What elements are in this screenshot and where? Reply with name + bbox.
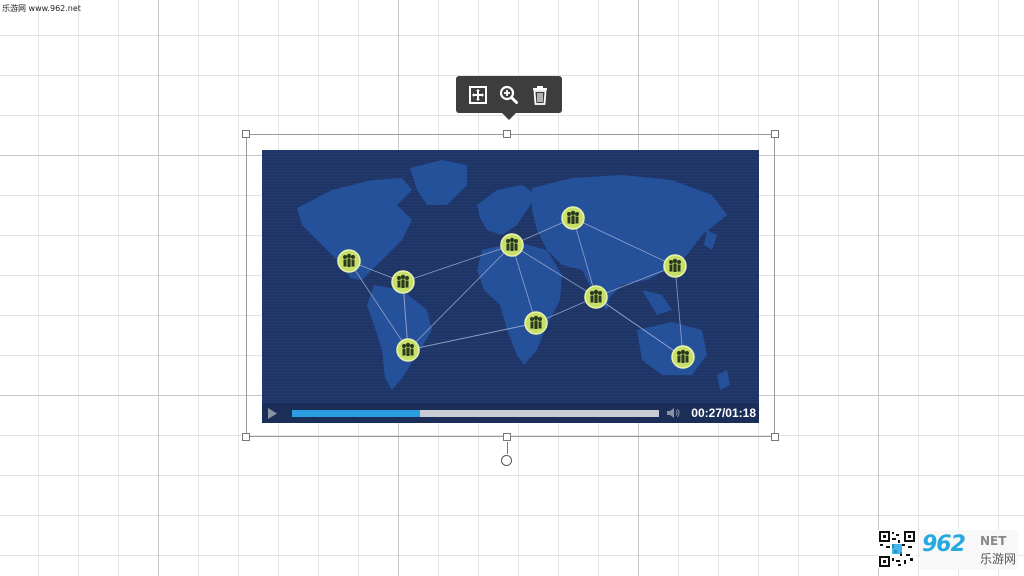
resize-handle-top-right[interactable] [771,130,779,138]
rotate-handle[interactable] [501,455,512,466]
time-display: 00:27/01:18 [691,406,756,420]
people-node-icon [663,254,687,278]
brand-logo-number: 962 [922,532,966,557]
brand-logo-net: NET [980,534,1007,548]
qr-code-image [878,530,916,568]
progress-fill [292,410,421,417]
zoom-in-icon [499,85,518,104]
grid-line [878,0,879,576]
play-icon [268,407,277,419]
object-toolbar [456,76,562,120]
resize-handle-top[interactable] [503,130,511,138]
video-controls: 00:27/01:18 [262,403,759,423]
resize-handle-bottom-right[interactable] [771,433,779,441]
fit-to-frame-button[interactable] [465,82,491,108]
watermark-text: 乐游网 www.962.net [2,4,81,13]
world-map-image [262,150,759,403]
people-node-icon [671,345,695,369]
people-node-icon [524,311,548,335]
resize-handle-bottom[interactable] [503,433,511,441]
resize-handle-top-left[interactable] [242,130,250,138]
brand-logo: 962 NET 乐游网 [920,530,1018,570]
zoom-in-button[interactable] [496,82,522,108]
grid-line [158,0,159,576]
brand-logo-cn: 乐游网 [980,552,1017,566]
people-node-icon [584,285,608,309]
rotate-stem [507,442,508,454]
people-node-icon [337,249,361,273]
people-node-icon [500,233,524,257]
resize-handle-bottom-left[interactable] [242,433,250,441]
trash-icon [533,85,548,105]
volume-icon[interactable] [667,407,681,419]
people-node-icon [561,206,585,230]
progress-bar[interactable] [292,410,659,417]
people-node-icon [391,270,415,294]
people-node-icon [396,338,420,362]
fit-to-frame-icon [468,85,487,104]
play-button[interactable] [262,403,282,423]
video-player[interactable]: 00:27/01:18 [262,150,759,423]
delete-button[interactable] [527,82,553,108]
